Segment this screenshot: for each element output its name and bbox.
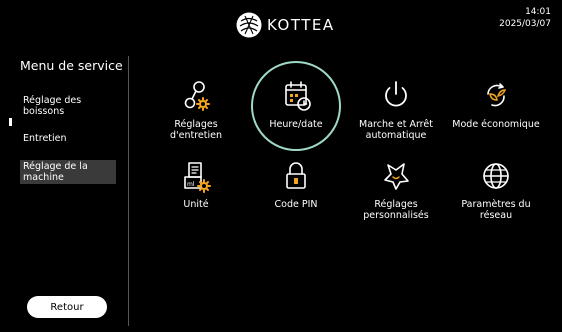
tile-label: Unité (183, 199, 209, 210)
tile-label: Réglages personnalisés (363, 199, 429, 221)
tile-auto-on-off[interactable]: Marche et Arrêt automatique (348, 76, 444, 141)
back-button[interactable]: Retour (27, 296, 107, 318)
tile-eco-mode[interactable]: Mode économique (448, 76, 544, 130)
brand-name: KOTTEA (267, 16, 335, 34)
star-icon (384, 163, 409, 190)
maintenance-settings-icon (184, 81, 210, 111)
calendar-clock-icon (285, 81, 311, 111)
tile-pin-code[interactable]: Code PIN (248, 156, 344, 210)
sidebar-title: Menu de service (20, 58, 123, 73)
power-icon (385, 81, 407, 107)
service-menu-screen: KOTTEA 14:01 2025/03/07 Menu de service … (0, 0, 562, 332)
sidebar-item-maintenance[interactable]: Entretien (20, 132, 116, 145)
sidebar-item-machine-settings[interactable]: Réglage de la machine (20, 160, 116, 184)
globe-icon (483, 163, 509, 189)
clock-time: 14:01 (525, 7, 551, 17)
sidebar: Menu de service Réglage des boissons Ent… (0, 50, 128, 332)
tile-label: Réglages d'entretien (169, 119, 222, 141)
tile-label: Code PIN (274, 199, 318, 210)
clock-date: 2025/03/07 (499, 19, 551, 29)
tile-label: Heure/date (269, 119, 323, 130)
tile-custom-settings[interactable]: Réglages personnalisés (348, 156, 444, 221)
tile-maintenance-settings[interactable]: Réglages d'entretien (148, 76, 244, 141)
brand: KOTTEA (236, 12, 335, 38)
tile-label: Mode économique (452, 119, 540, 130)
eco-leaf-icon (487, 83, 507, 107)
clock: 14:01 2025/03/07 (499, 6, 551, 30)
lock-icon (286, 162, 306, 189)
kottea-logo-icon (236, 12, 262, 38)
svg-text:ml: ml (187, 181, 195, 188)
active-item-marker (9, 118, 12, 126)
tile-time-date[interactable]: Heure/date (248, 76, 344, 130)
sidebar-divider (128, 56, 129, 326)
tile-label: Marche et Arrêt automatique (359, 119, 433, 141)
tile-network-settings[interactable]: Paramètres du réseau (448, 156, 544, 221)
tile-unit[interactable]: ml Unité (148, 156, 244, 210)
header: KOTTEA 14:01 2025/03/07 (0, 0, 562, 48)
sidebar-item-drink-settings[interactable]: Réglage des boissons (20, 94, 116, 118)
tile-label: Paramètres du réseau (461, 199, 531, 221)
unit-icon: ml (184, 162, 211, 193)
